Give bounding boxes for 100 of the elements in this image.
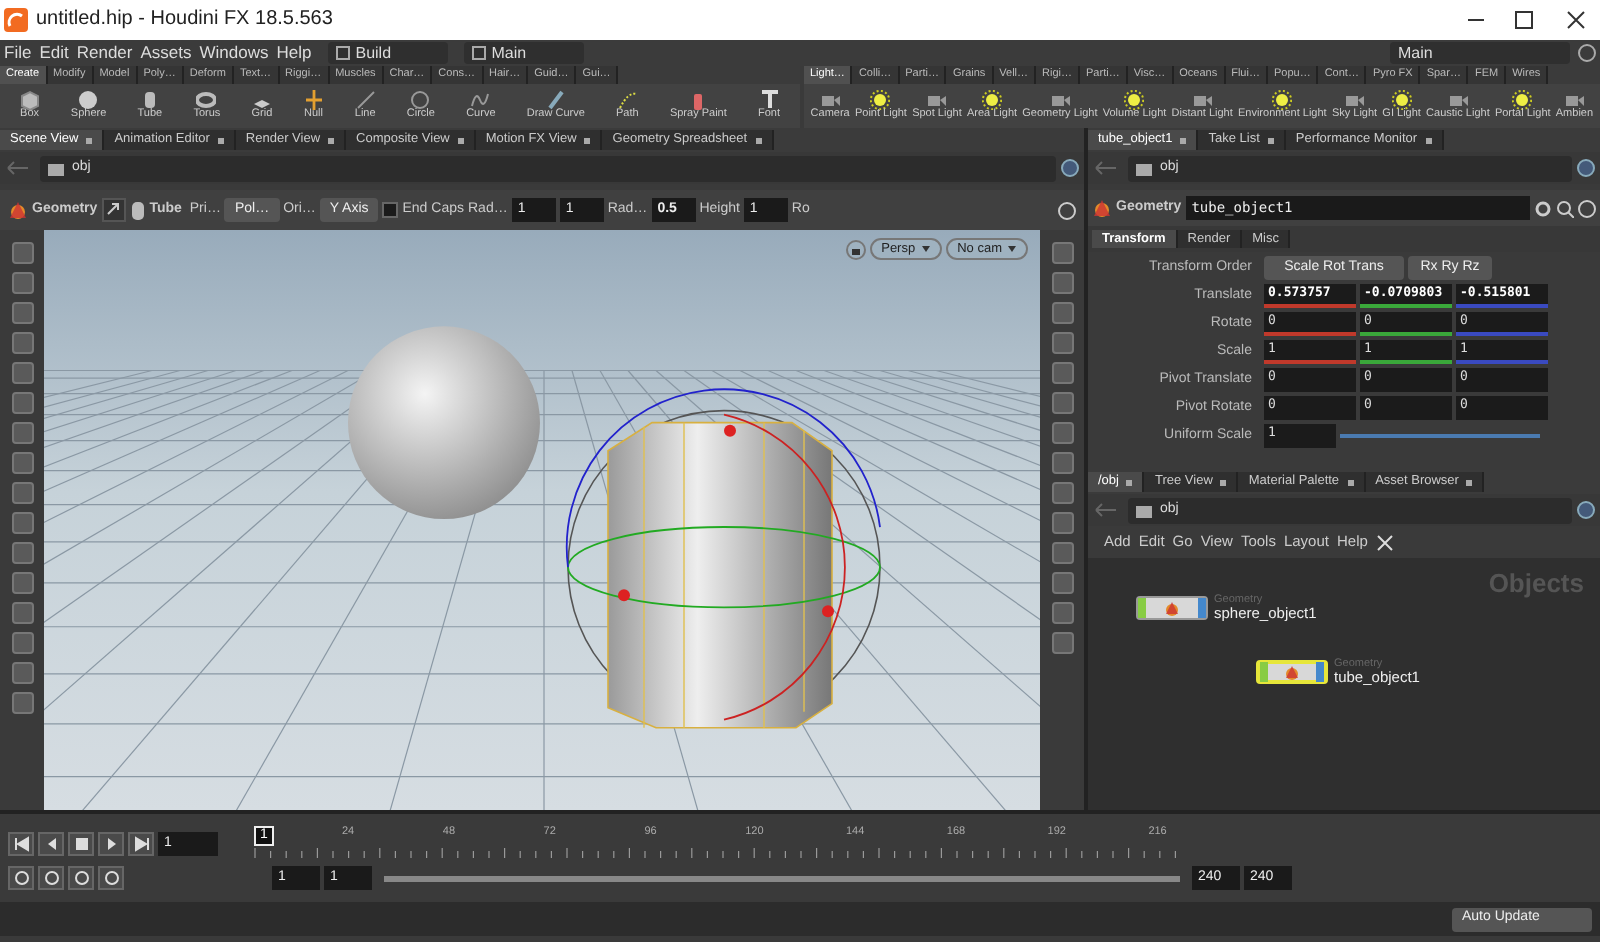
- tool-square-icon[interactable]: [1051, 242, 1073, 264]
- checkbox[interactable]: [382, 202, 399, 218]
- close-icon[interactable]: [457, 137, 464, 143]
- layout-icon: [335, 46, 350, 60]
- caret-icon: [921, 246, 930, 252]
- menu-item[interactable]: Edit: [39, 43, 69, 63]
- geometry-icon: [1284, 664, 1300, 681]
- close-icon[interactable]: [1425, 137, 1432, 143]
- window-title: untitled.hip - Houdini FX 18.5.563: [36, 8, 335, 32]
- gear-icon: [1534, 199, 1552, 217]
- tool-square-icon[interactable]: [1051, 302, 1073, 324]
- lamp-icon: [1391, 90, 1412, 111]
- folder-icon: [1136, 503, 1152, 517]
- close-icon[interactable]: [328, 137, 335, 143]
- tool-square-icon[interactable]: [1051, 572, 1073, 594]
- range-slider-fill[interactable]: [384, 875, 1180, 881]
- layout-icon: [471, 46, 486, 60]
- tool-square-icon[interactable]: [11, 302, 33, 324]
- tool-square-icon[interactable]: [11, 542, 33, 564]
- desktop-dropdown[interactable]: Main: [1390, 42, 1570, 64]
- close-icon[interactable]: [584, 137, 591, 143]
- geometry-icon: [8, 200, 28, 220]
- realtime-icon[interactable]: [103, 870, 119, 886]
- minimize-icon: [1467, 19, 1485, 21]
- circle-icon: [1576, 500, 1596, 520]
- sphere-icon: [78, 90, 99, 111]
- cylinder-icon: [129, 199, 146, 221]
- node-tile[interactable]: [1136, 596, 1208, 621]
- step-back-icon[interactable]: [43, 836, 59, 852]
- circle-icon: [1576, 158, 1596, 178]
- tool-square-icon[interactable]: [11, 662, 33, 684]
- camera-icon: [1049, 90, 1070, 111]
- tool-square-icon[interactable]: [11, 572, 33, 594]
- loop-icon[interactable]: [73, 870, 89, 886]
- tool-square-icon[interactable]: [1051, 362, 1073, 384]
- geometry-icon: [1092, 198, 1112, 218]
- circle-icon: [410, 90, 431, 111]
- lamp-icon: [870, 90, 891, 111]
- tool-square-icon[interactable]: [11, 332, 33, 354]
- close-icon[interactable]: [1180, 137, 1187, 143]
- torus-icon: [196, 90, 217, 111]
- menu-item[interactable]: Assets: [140, 43, 192, 63]
- tool-square-icon[interactable]: [1051, 632, 1073, 654]
- tool-square-icon[interactable]: [11, 362, 33, 384]
- curve-icon: [470, 90, 491, 111]
- close-icon[interactable]: [1466, 479, 1473, 485]
- tool-square-icon[interactable]: [11, 482, 33, 504]
- tool-square-icon[interactable]: [1051, 452, 1073, 474]
- tool-square-icon[interactable]: [11, 242, 33, 264]
- desktop-dropdown[interactable]: Main: [463, 42, 584, 64]
- tool-square-icon[interactable]: [11, 692, 33, 714]
- flipbook-icon[interactable]: [13, 870, 29, 886]
- tool-square-icon[interactable]: [1051, 602, 1073, 624]
- tool-square-icon[interactable]: [11, 272, 33, 294]
- null-icon: [303, 90, 324, 111]
- close-icon[interactable]: [1347, 479, 1354, 485]
- tool-square-icon[interactable]: [11, 452, 33, 474]
- stop-icon[interactable]: [73, 836, 89, 852]
- tool-square-icon[interactable]: [1051, 332, 1073, 354]
- menu-item[interactable]: Windows: [199, 43, 269, 63]
- camera-icon: [1344, 90, 1365, 111]
- camera-icon: [926, 90, 947, 111]
- play-icon[interactable]: [103, 836, 119, 852]
- geometry-icon: [1164, 600, 1180, 617]
- tool-square-icon[interactable]: [11, 602, 33, 624]
- lamp-icon: [1124, 90, 1145, 111]
- desktop-dropdown[interactable]: Build: [327, 42, 448, 64]
- skip-forward-icon[interactable]: [133, 836, 149, 852]
- letter-t-icon: [759, 90, 779, 111]
- tube-with-handle-drawing[interactable]: [565, 388, 881, 729]
- camera-icon: [1564, 90, 1585, 111]
- tool-square-icon[interactable]: [11, 512, 33, 534]
- lamp-icon: [1272, 90, 1293, 111]
- tool-square-icon[interactable]: [1051, 482, 1073, 504]
- skip-back-icon[interactable]: [13, 836, 29, 852]
- audio-icon[interactable]: [43, 870, 59, 886]
- menu-item[interactable]: File: [4, 43, 32, 63]
- close-icon[interactable]: [86, 137, 93, 143]
- caret-icon: [1008, 246, 1016, 252]
- help-icon: [1578, 199, 1596, 217]
- menu-item[interactable]: Help: [276, 43, 312, 63]
- help-icon: [1058, 201, 1076, 219]
- cube-icon: [19, 90, 40, 111]
- folder-icon: [48, 161, 64, 175]
- tool-square-icon[interactable]: [1051, 542, 1073, 564]
- tool-square-icon[interactable]: [1051, 272, 1073, 294]
- tool-square-icon[interactable]: [11, 422, 33, 444]
- close-icon[interactable]: [217, 137, 224, 143]
- tool-square-icon[interactable]: [11, 632, 33, 654]
- tool-square-icon[interactable]: [11, 392, 33, 414]
- line-icon: [355, 90, 376, 111]
- menu-item[interactable]: Render: [76, 43, 133, 63]
- tool-square-icon[interactable]: [1051, 512, 1073, 534]
- tool-square-icon[interactable]: [1051, 392, 1073, 414]
- close-icon[interactable]: [755, 137, 761, 143]
- close-icon[interactable]: [1267, 137, 1274, 143]
- camera-icon: [820, 90, 841, 111]
- close-icon[interactable]: [1126, 479, 1133, 485]
- tool-square-icon[interactable]: [1051, 422, 1073, 444]
- close-icon[interactable]: [1220, 479, 1227, 485]
